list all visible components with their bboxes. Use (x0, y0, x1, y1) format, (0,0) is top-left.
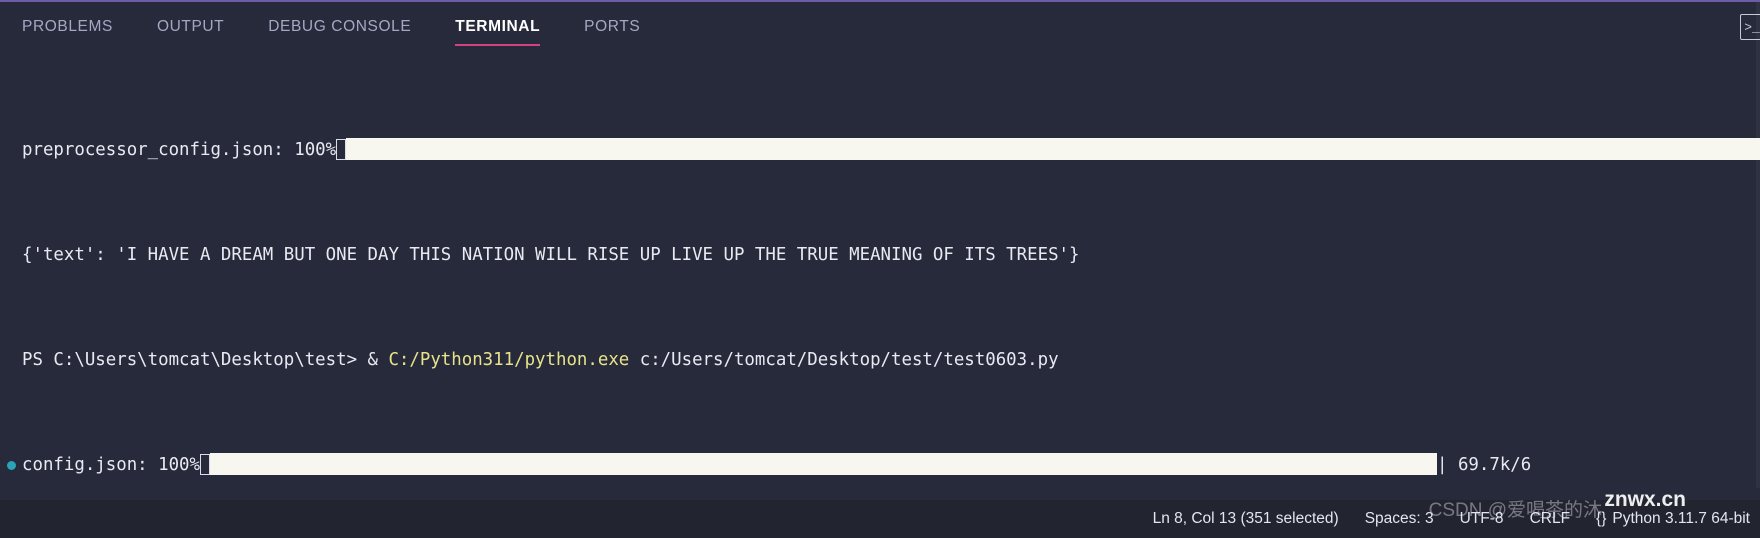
progress-label-preprocessor-1: preprocessor_config.json: 100% (22, 139, 337, 160)
command-decoration-marker (7, 461, 16, 471)
vscode-panel: PROBLEMS OUTPUT DEBUG CONSOLE TERMINAL P… (0, 0, 1760, 538)
status-language-label: Python 3.11.7 64-bit (1612, 510, 1750, 527)
progress-caret (200, 454, 210, 476)
tab-debug-console-label: DEBUG CONSOLE (268, 17, 412, 35)
status-indentation[interactable]: Spaces: 3 (1365, 510, 1434, 528)
tab-ports-label: PORTS (584, 17, 641, 35)
progress-caret (336, 138, 347, 160)
terminal-line: config.json: 100% | 69.7k/6 (0, 452, 1760, 478)
terminal-line: {'text': 'I HAVE A DREAM BUT ONE DAY THI… (0, 242, 1760, 268)
status-cursor-position[interactable]: Ln 8, Col 13 (351 selected) (1153, 510, 1339, 528)
status-eol[interactable]: CRLF (1530, 510, 1570, 528)
terminal-line: PS C:\Users\tomcat\Desktop\test> & C:/Py… (0, 347, 1760, 373)
terminal-output[interactable]: preprocessor_config.json: 100% {'text': … (0, 58, 1760, 488)
tab-terminal[interactable]: TERMINAL (455, 17, 541, 46)
tab-output-label: OUTPUT (156, 17, 225, 35)
panel-tabbar: PROBLEMS OUTPUT DEBUG CONSOLE TERMINAL P… (0, 2, 1760, 54)
tab-debug-console[interactable]: DEBUG CONSOLE (268, 18, 411, 39)
tab-terminal-label: TERMINAL (455, 17, 541, 35)
status-encoding[interactable]: UTF-8 (1460, 510, 1504, 528)
progress-bar-fill (210, 453, 1437, 476)
tab-problems[interactable]: PROBLEMS (22, 18, 113, 39)
progress-stat-config: | 69.7k/6 (1437, 455, 1532, 476)
python-exe-path: C:/Python311/python.exe (388, 350, 630, 371)
tab-problems-label: PROBLEMS (22, 17, 113, 35)
terminal-scrollbar[interactable] (1756, 2, 1760, 488)
script-path: c:/Users/tomcat/Desktop/test/test0603.py (629, 350, 1059, 371)
braces-icon: {} (1596, 510, 1607, 527)
tab-ports[interactable]: PORTS (584, 18, 640, 39)
progress-bar-fill (346, 137, 1760, 160)
progress-label-config: config.json: 100% (22, 455, 200, 476)
terminal-line: preprocessor_config.json: 100% (0, 137, 1760, 163)
output-text-dream: {'text': 'I HAVE A DREAM BUT ONE DAY THI… (22, 245, 1080, 266)
prompt-run-command: PS C:\Users\tomcat\Desktop\test> & (22, 350, 389, 371)
tab-output[interactable]: OUTPUT (157, 18, 224, 39)
status-bar: Ln 8, Col 13 (351 selected) Spaces: 3 UT… (0, 500, 1760, 538)
status-language-mode[interactable]: {} Python 3.11.7 64-bit (1596, 510, 1750, 528)
